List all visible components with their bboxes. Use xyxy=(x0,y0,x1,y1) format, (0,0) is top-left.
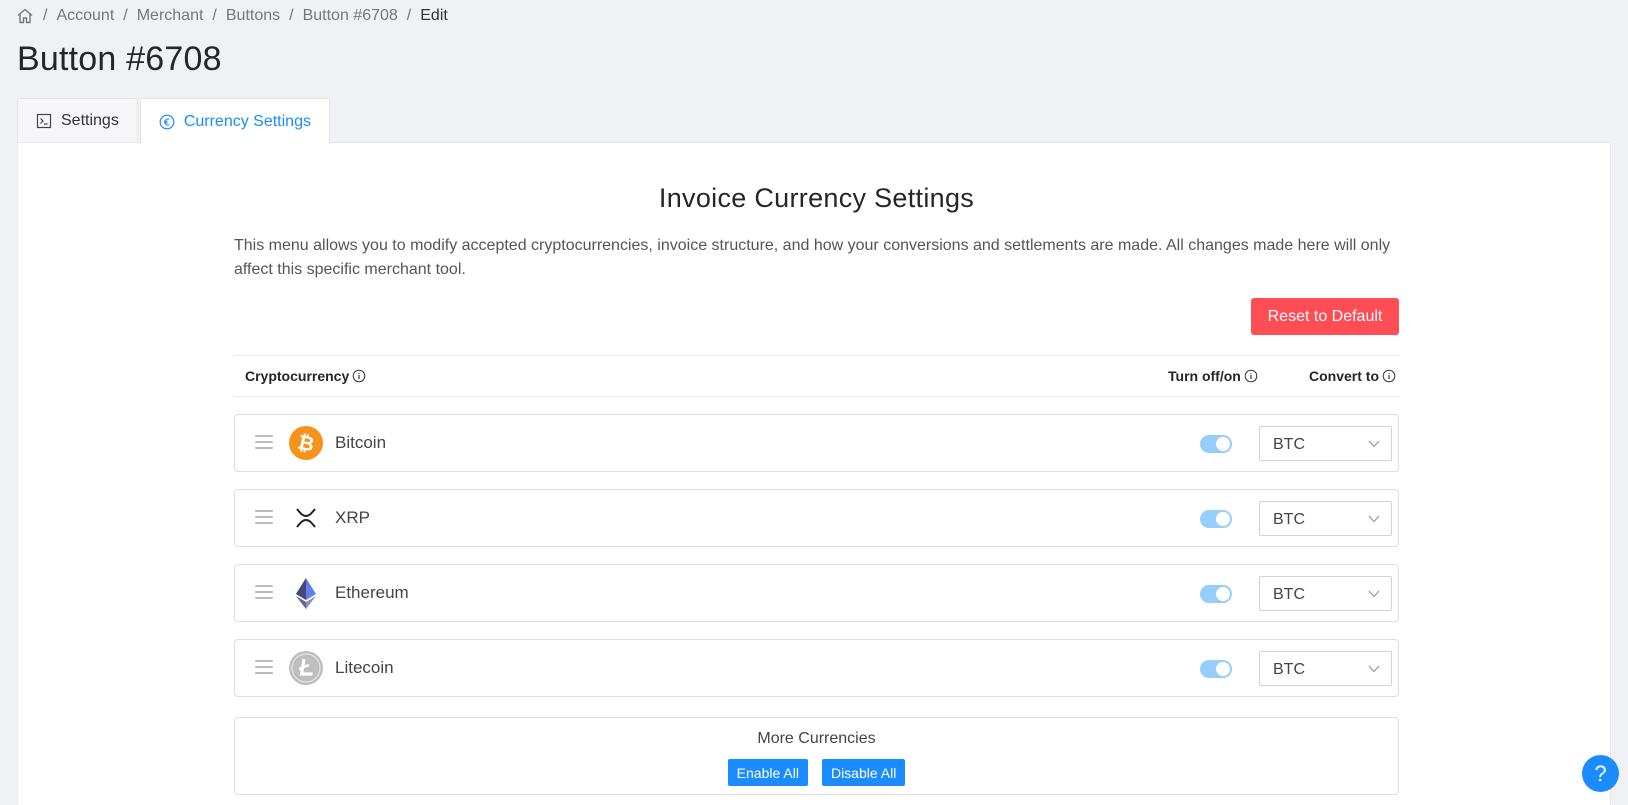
tab-settings-label: Settings xyxy=(61,112,119,129)
tab-settings[interactable]: Settings xyxy=(17,98,138,143)
chevron-down-icon xyxy=(1368,515,1380,523)
litecoin-icon xyxy=(289,651,323,685)
convert-to-select[interactable]: BTC xyxy=(1259,501,1392,536)
page-title: Button #6708 xyxy=(17,40,222,78)
currency-row-litecoin: Litecoin BTC xyxy=(234,639,1399,697)
header-convert-to-label: Convert to xyxy=(1309,368,1379,384)
info-icon[interactable] xyxy=(1382,369,1396,383)
currency-toggle[interactable] xyxy=(1200,510,1232,528)
breadcrumb-button-6708[interactable]: Button #6708 xyxy=(303,7,398,25)
help-button[interactable]: ? xyxy=(1582,755,1619,792)
breadcrumb-account[interactable]: Account xyxy=(56,7,114,25)
tab-bar: Settings Currency Settings xyxy=(17,98,332,144)
drag-handle-icon[interactable] xyxy=(255,585,273,601)
chevron-down-icon xyxy=(1368,590,1380,598)
info-icon[interactable] xyxy=(1244,369,1258,383)
convert-to-value: BTC xyxy=(1273,436,1305,453)
euro-circle-icon xyxy=(159,114,175,130)
terminal-icon xyxy=(36,113,52,129)
currency-settings-panel: Invoice Currency Settings This menu allo… xyxy=(17,142,1611,805)
header-turn-off-on: Turn off/on xyxy=(1168,368,1258,384)
more-currencies-label: More Currencies xyxy=(757,730,876,747)
more-currencies-panel: More Currencies Enable All Disable All xyxy=(234,717,1399,795)
currency-toggle[interactable] xyxy=(1200,435,1232,453)
breadcrumb-separator: / xyxy=(289,7,294,24)
convert-to-select[interactable]: BTC xyxy=(1259,651,1392,686)
xrp-icon xyxy=(289,501,323,535)
reset-to-default-button[interactable]: Reset to Default xyxy=(1251,298,1399,335)
currency-table-header: Cryptocurrency Turn off/on Convert to xyxy=(234,355,1399,397)
convert-to-select[interactable]: BTC xyxy=(1259,576,1392,611)
disable-all-button[interactable]: Disable All xyxy=(821,759,906,786)
drag-handle-icon[interactable] xyxy=(255,660,273,676)
breadcrumb-separator: / xyxy=(406,7,412,24)
breadcrumb-separator: / xyxy=(123,7,128,24)
chevron-down-icon xyxy=(1368,665,1380,673)
convert-to-value: BTC xyxy=(1273,586,1305,603)
header-cryptocurrency: Cryptocurrency xyxy=(245,368,366,384)
convert-to-value: BTC xyxy=(1273,511,1305,528)
info-icon[interactable] xyxy=(352,369,366,383)
bitcoin-icon: ₿ xyxy=(289,426,323,460)
breadcrumb-buttons[interactable]: Buttons xyxy=(226,7,280,25)
breadcrumb-separator: / xyxy=(212,7,217,24)
enable-all-button[interactable]: Enable All xyxy=(727,759,808,786)
currency-row-ethereum: Ethereum BTC xyxy=(234,564,1399,622)
currency-name: XRP xyxy=(335,508,370,527)
convert-to-select[interactable]: BTC xyxy=(1259,426,1392,461)
tab-currency-settings[interactable]: Currency Settings xyxy=(139,98,330,144)
header-convert-to: Convert to xyxy=(1309,368,1396,384)
ethereum-icon xyxy=(289,576,323,610)
chevron-down-icon xyxy=(1368,440,1380,448)
currency-list: ₿ Bitcoin BTC XRP BTC Ethereum BTC Litec… xyxy=(234,414,1399,714)
breadcrumb-edit: Edit xyxy=(420,7,448,24)
breadcrumb-separator: / xyxy=(43,7,48,24)
currency-name: Ethereum xyxy=(335,583,409,602)
section-description: This menu allows you to modify accepted … xyxy=(234,237,1391,278)
drag-handle-icon[interactable] xyxy=(255,510,273,526)
currency-name: Bitcoin xyxy=(335,433,387,452)
currency-toggle[interactable] xyxy=(1200,660,1232,678)
currency-row-bitcoin: ₿ Bitcoin BTC xyxy=(234,414,1399,472)
header-turn-off-on-label: Turn off/on xyxy=(1168,368,1241,384)
breadcrumb-merchant[interactable]: Merchant xyxy=(137,7,204,25)
section-title: Invoice Currency Settings xyxy=(658,183,975,213)
drag-handle-icon[interactable] xyxy=(255,435,273,451)
currency-name: Litecoin xyxy=(335,658,394,677)
more-currencies-actions: Enable All Disable All xyxy=(235,759,1398,786)
breadcrumb: / Account / Merchant / Buttons / Button … xyxy=(16,5,448,27)
tab-currency-settings-label: Currency Settings xyxy=(183,112,311,130)
currency-toggle[interactable] xyxy=(1200,585,1232,603)
header-cryptocurrency-label: Cryptocurrency xyxy=(245,368,350,384)
currency-row-xrp: XRP BTC xyxy=(234,489,1399,547)
home-icon[interactable] xyxy=(16,7,34,25)
convert-to-value: BTC xyxy=(1273,661,1305,678)
